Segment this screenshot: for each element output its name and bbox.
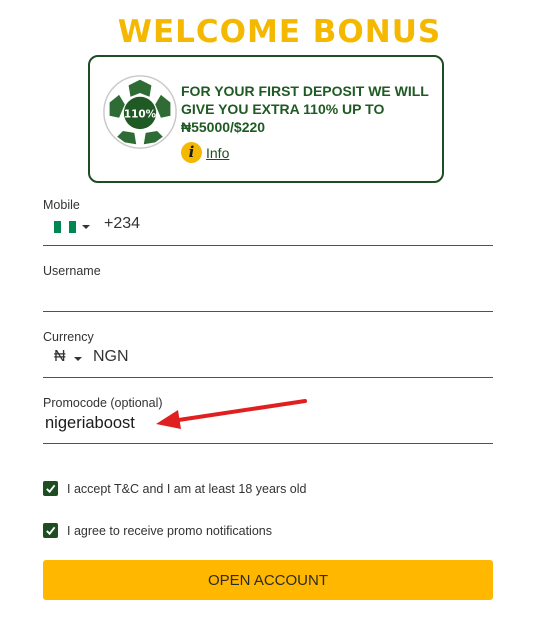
promo-notifications-label: I agree to receive promo notifications (67, 523, 272, 538)
country-dropdown-chevron-icon[interactable] (82, 225, 90, 229)
currency-symbol[interactable]: ₦ (54, 348, 66, 366)
terms-label: I accept T&C and I am at least 18 years … (67, 481, 307, 496)
info-label[interactable]: Info (206, 145, 229, 161)
promocode-label: Promocode (optional) (43, 396, 163, 410)
phone-prefix: +234 (104, 215, 141, 232)
bonus-description: FOR YOUR FIRST DEPOSIT WE WILL GIVE YOU … (181, 83, 429, 135)
promocode-input[interactable]: nigeriaboost (45, 414, 135, 433)
currency-dropdown-chevron-icon[interactable] (74, 357, 82, 361)
nigeria-flag-icon[interactable] (54, 221, 76, 233)
username-field[interactable]: Username (43, 264, 493, 312)
info-icon: i (181, 142, 202, 163)
checkmark-icon (46, 526, 56, 536)
mobile-label: Mobile (43, 198, 80, 212)
mobile-field[interactable]: Mobile +234 (43, 198, 493, 246)
soccer-ball-icon: 110% (103, 75, 177, 149)
currency-value: NGN (93, 348, 129, 365)
checkmark-icon (46, 484, 56, 494)
username-label: Username (43, 264, 101, 278)
currency-field[interactable]: Currency ₦ NGN (43, 330, 493, 378)
promo-notifications-checkbox[interactable] (43, 523, 58, 538)
currency-label: Currency (43, 330, 94, 344)
open-account-button[interactable]: OPEN ACCOUNT (43, 560, 493, 600)
bonus-card: 110% FOR YOUR FIRST DEPOSIT WE WILL GIVE… (88, 55, 444, 183)
terms-checkbox-row[interactable]: I accept T&C and I am at least 18 years … (43, 481, 306, 496)
annotation-arrow-icon (156, 399, 307, 429)
page-title: WELCOME BONUS (117, 14, 442, 50)
info-link[interactable]: i Info (181, 142, 229, 163)
promo-notifications-checkbox-row[interactable]: I agree to receive promo notifications (43, 523, 272, 538)
terms-checkbox[interactable] (43, 481, 58, 496)
bonus-percent-label: 110% (124, 109, 157, 121)
